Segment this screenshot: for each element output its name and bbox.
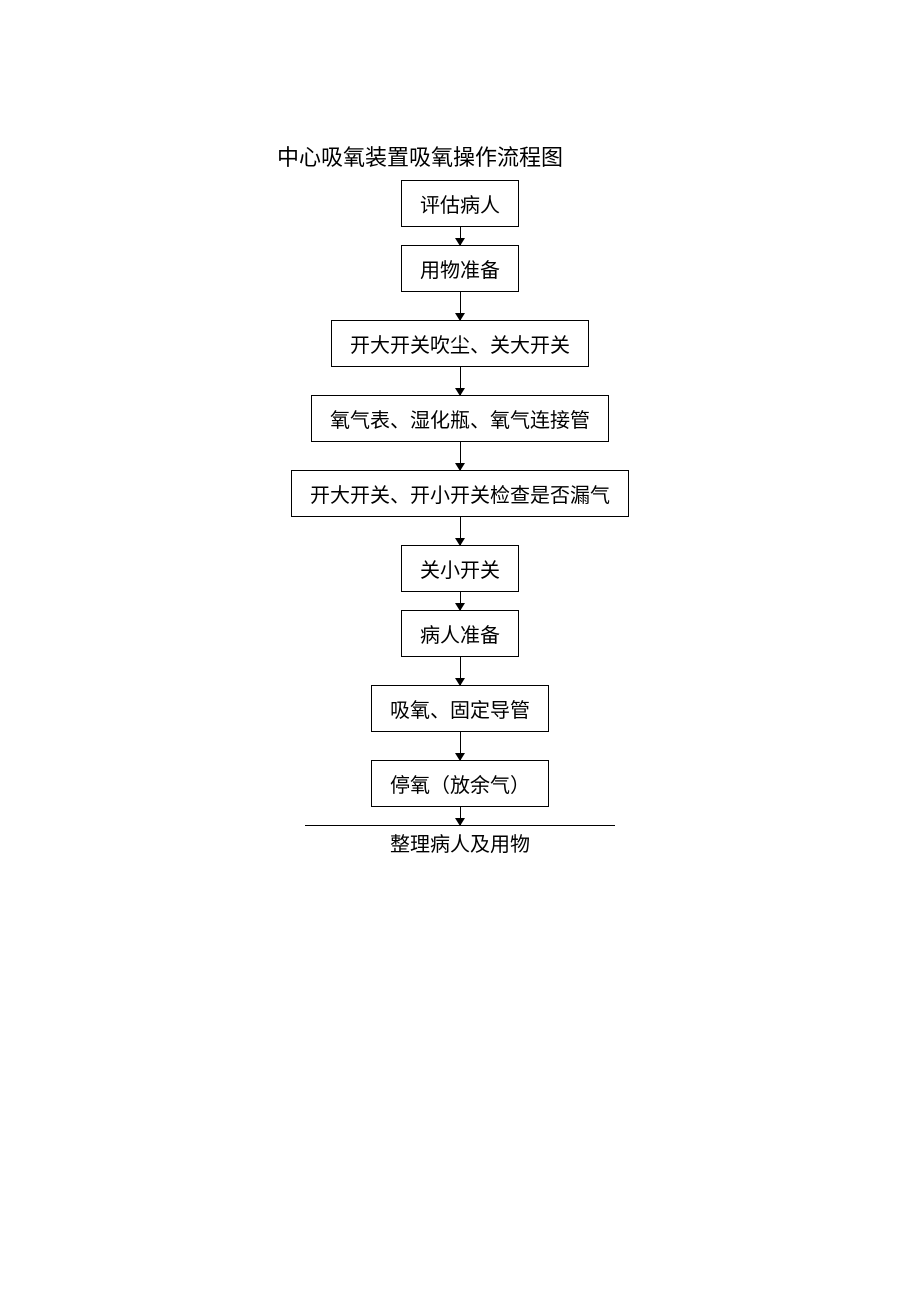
step-2: 用物准备 [401, 245, 519, 292]
step-9: 停氧（放余气） [371, 760, 549, 807]
step-4: 氧气表、湿化瓶、氧气连接管 [311, 395, 609, 442]
arrow-4 [460, 442, 461, 470]
step-7: 病人准备 [401, 610, 519, 657]
arrow-1 [460, 227, 461, 245]
step-3: 开大开关吹尘、关大开关 [331, 320, 589, 367]
step-6: 关小开关 [401, 545, 519, 592]
arrow-5 [460, 517, 461, 545]
flowchart-container: 中心吸氧装置吸氧操作流程图 评估病人 用物准备 开大开关吹尘、关大开关 氧气表、… [0, 140, 920, 857]
flowchart-title: 中心吸氧装置吸氧操作流程图 [277, 140, 563, 172]
step-1: 评估病人 [401, 180, 519, 227]
final-step: 整理病人及用物 [390, 828, 530, 857]
arrow-9 [460, 807, 461, 825]
arrow-2 [460, 292, 461, 320]
arrow-7 [460, 657, 461, 685]
arrow-3 [460, 367, 461, 395]
step-8: 吸氧、固定导管 [371, 685, 549, 732]
step-5: 开大开关、开小开关检查是否漏气 [291, 470, 629, 517]
arrow-6 [460, 592, 461, 610]
arrow-8 [460, 732, 461, 760]
